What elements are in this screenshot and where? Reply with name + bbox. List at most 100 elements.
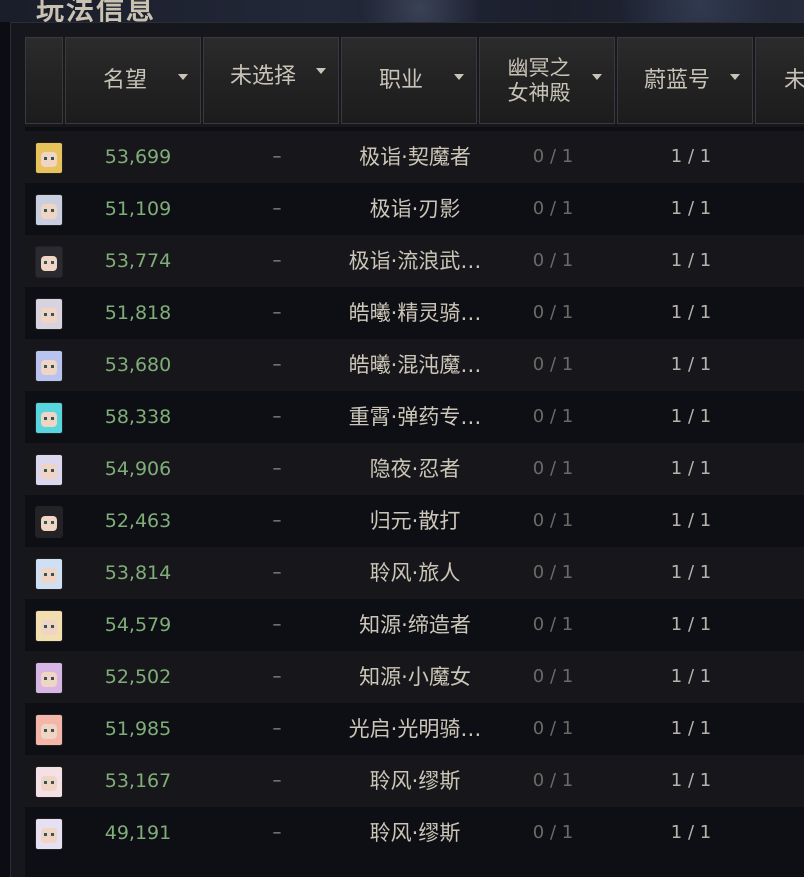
character-avatar-icon	[35, 766, 63, 798]
sort-caret-icon[interactable]	[730, 74, 740, 80]
character-avatar-icon	[35, 298, 63, 330]
table-row[interactable]: 58,338 – 重霄·弹药专… 0 / 1 1 / 1	[25, 391, 804, 443]
column-header-temple[interactable]: 幽冥之女神殿	[479, 37, 615, 124]
table-row[interactable]: 53,774 – 极诣·流浪武… 0 / 1 1 / 1	[25, 235, 804, 287]
fame-value: 53,814	[104, 562, 172, 584]
avatar	[33, 339, 65, 391]
fame-value: 54,906	[104, 458, 172, 480]
temple-progress: 0 / 1	[532, 302, 574, 323]
fame-value: 53,774	[104, 250, 172, 272]
table-row[interactable]: 52,463 – 归元·散打 0 / 1 1 / 1	[25, 495, 804, 547]
character-avatar-icon	[35, 142, 63, 174]
avatar	[33, 287, 65, 339]
job-name: 重霄·弹药专…	[348, 405, 482, 429]
job-name: 极诣·契魔者	[359, 145, 471, 169]
azure-progress: 1 / 1	[670, 354, 712, 375]
job-name: 聆风·缪斯	[369, 821, 461, 845]
sort-caret-icon[interactable]	[592, 74, 602, 80]
azure-progress: 1 / 1	[670, 458, 712, 479]
fame-value: 52,502	[104, 666, 172, 688]
unselected-value: –	[272, 198, 282, 219]
temple-progress: 0 / 1	[532, 198, 574, 219]
sort-caret-icon[interactable]	[178, 74, 188, 80]
temple-progress: 0 / 1	[532, 250, 574, 271]
avatar	[33, 131, 65, 183]
unselected-value: –	[272, 822, 282, 843]
table-container: 名望 未选择 职业 幽冥之女神殿 蔚蓝号 未 53,699 – 极诣·契魔者 0…	[25, 35, 804, 877]
temple-progress: 0 / 1	[532, 510, 574, 531]
column-header-label: 未	[784, 68, 804, 93]
fame-value: 58,338	[104, 406, 172, 428]
unselected-value: –	[272, 770, 282, 791]
temple-progress: 0 / 1	[532, 562, 574, 583]
unselected-value: –	[272, 146, 282, 167]
avatar	[33, 651, 65, 703]
column-header-azure[interactable]: 蔚蓝号	[617, 37, 753, 124]
temple-progress: 0 / 1	[532, 666, 574, 687]
avatar	[33, 599, 65, 651]
temple-progress: 0 / 1	[532, 406, 574, 427]
unselected-value: –	[272, 406, 282, 427]
column-header-label: 蔚蓝号	[643, 68, 710, 93]
character-avatar-icon	[35, 818, 63, 850]
table-row[interactable]: 49,191 – 聆风·缪斯 0 / 1 1 / 1	[25, 807, 804, 859]
temple-progress: 0 / 1	[532, 354, 574, 375]
unselected-value: –	[272, 250, 282, 271]
column-header-label: 幽冥之女神殿	[507, 55, 571, 105]
azure-progress: 1 / 1	[670, 770, 712, 791]
avatar	[33, 807, 65, 859]
column-header-fame[interactable]: 名望	[65, 37, 201, 124]
unselected-value: –	[272, 614, 282, 635]
table-row[interactable]: 53,167 – 聆风·缪斯 0 / 1 1 / 1	[25, 755, 804, 807]
azure-progress: 1 / 1	[670, 562, 712, 583]
table-row[interactable]: 54,906 – 隐夜·忍者 0 / 1 1 / 1	[25, 443, 804, 495]
table-header: 名望 未选择 职业 幽冥之女神殿 蔚蓝号 未	[25, 35, 804, 127]
table-row[interactable]: 54,579 – 知源·缔造者 0 / 1 1 / 1	[25, 599, 804, 651]
table-row[interactable]: 53,814 – 聆风·旅人 0 / 1 1 / 1	[25, 547, 804, 599]
table-row[interactable]: 52,502 – 知源·小魔女 0 / 1 1 / 1	[25, 651, 804, 703]
azure-progress: 1 / 1	[670, 250, 712, 271]
azure-progress: 1 / 1	[670, 146, 712, 167]
table-row[interactable]: 51,985 – 光启·光明骑… 0 / 1 1 / 1	[25, 703, 804, 755]
column-header-label: 职业	[378, 68, 423, 93]
sort-caret-icon[interactable]	[454, 74, 464, 80]
azure-progress: 1 / 1	[670, 302, 712, 323]
sort-caret-icon[interactable]	[316, 68, 326, 74]
temple-progress: 0 / 1	[532, 770, 574, 791]
character-avatar-icon	[35, 454, 63, 486]
avatar	[33, 391, 65, 443]
fame-value: 51,109	[104, 198, 172, 220]
fame-value: 53,167	[104, 770, 172, 792]
fame-value: 51,985	[104, 718, 172, 740]
avatar	[33, 703, 65, 755]
column-header-job[interactable]: 职业	[341, 37, 477, 124]
azure-progress: 1 / 1	[670, 198, 712, 219]
table-row[interactable]: 53,680 – 皓曦·混沌魔… 0 / 1 1 / 1	[25, 339, 804, 391]
unselected-value: –	[272, 302, 282, 323]
azure-progress: 1 / 1	[670, 510, 712, 531]
fame-value: 53,699	[104, 146, 172, 168]
character-avatar-icon	[35, 350, 63, 382]
table-row[interactable]: 53,699 – 极诣·契魔者 0 / 1 1 / 1	[25, 131, 804, 183]
table-row[interactable]: 51,818 – 皓曦·精灵骑… 0 / 1 1 / 1	[25, 287, 804, 339]
temple-progress: 0 / 1	[532, 146, 574, 167]
azure-progress: 1 / 1	[670, 666, 712, 687]
job-name: 皓曦·混沌魔…	[348, 353, 482, 377]
unselected-value: –	[272, 562, 282, 583]
column-header-next[interactable]: 未	[755, 37, 804, 124]
job-name: 光启·光明骑…	[348, 717, 482, 741]
unselected-value: –	[272, 718, 282, 739]
temple-progress: 0 / 1	[532, 822, 574, 843]
azure-progress: 1 / 1	[670, 718, 712, 739]
avatar	[33, 235, 65, 287]
job-name: 知源·缔造者	[359, 613, 471, 637]
character-avatar-icon	[35, 246, 63, 278]
avatar	[33, 547, 65, 599]
fame-value: 53,680	[104, 354, 172, 376]
column-header-unselected[interactable]: 未选择	[203, 37, 339, 124]
unselected-value: –	[272, 458, 282, 479]
azure-progress: 1 / 1	[670, 822, 712, 843]
avatar	[33, 183, 65, 235]
table-row[interactable]: 51,109 – 极诣·刃影 0 / 1 1 / 1	[25, 183, 804, 235]
fame-value: 51,818	[104, 302, 172, 324]
